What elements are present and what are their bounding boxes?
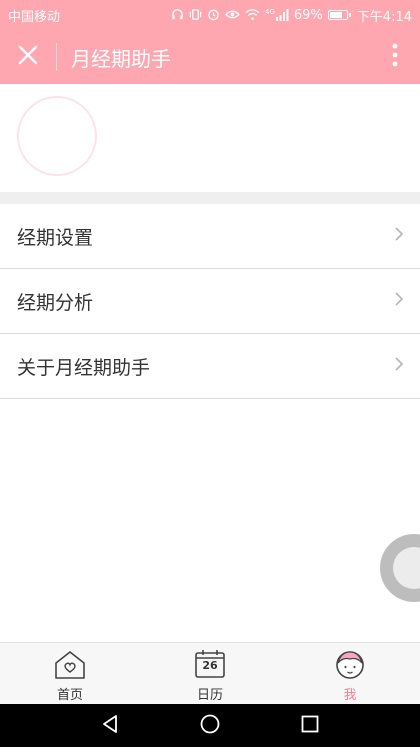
more-vertical-icon: [392, 43, 398, 71]
calendar-day-label: 26: [202, 659, 218, 672]
tab-label: 我: [343, 688, 357, 703]
status-bar: 中国移动 4G 69% 下午4:14: [0, 0, 420, 30]
header-divider: [56, 43, 57, 71]
page-title: 月经期助手: [71, 46, 171, 71]
tab-home[interactable]: 首页: [0, 643, 140, 704]
back-triangle-icon: [101, 714, 119, 738]
menu-item-label: 经期设置: [17, 226, 94, 249]
system-nav-bar: [0, 704, 420, 747]
battery-fill: [329, 12, 343, 18]
battery-percent: 69%: [293, 7, 323, 23]
home-button[interactable]: [190, 706, 230, 746]
status-icons: 4G 69% 下午4:14: [171, 6, 412, 25]
back-button[interactable]: [90, 706, 130, 746]
close-icon: [17, 44, 39, 70]
alarm-icon: [207, 8, 220, 23]
app-header: 月经期助手: [0, 30, 420, 84]
home-circle-icon: [199, 713, 221, 739]
calendar-icon: 26: [193, 648, 227, 682]
clock: 下午4:14: [356, 9, 412, 25]
settings-menu: 经期设置 经期分析 关于月经期助手: [0, 204, 420, 399]
avatar[interactable]: [17, 96, 97, 176]
bottom-tab-bar: 首页 26 日历 我: [0, 642, 420, 704]
vibrate-icon: [189, 8, 202, 23]
chevron-right-icon: [394, 291, 404, 311]
tab-calendar[interactable]: 26 日历: [140, 643, 280, 704]
section-divider: [0, 192, 420, 204]
screen: 中国移动 4G 69% 下午4:14 月经期助手 经期设置 经期分析 关于月经期…: [0, 0, 420, 747]
tab-label: 首页: [56, 688, 83, 703]
headset-icon: [171, 8, 184, 23]
home-heart-icon: [53, 648, 87, 682]
tab-me[interactable]: 我: [280, 643, 420, 704]
floating-assist-inner: [393, 547, 420, 589]
close-button[interactable]: [0, 30, 56, 84]
girl-avatar-icon: [333, 648, 367, 682]
eye-icon: [225, 8, 240, 23]
floating-assist-button[interactable]: [380, 534, 420, 602]
battery-icon: [327, 10, 351, 20]
profile-section: [0, 84, 420, 192]
chevron-right-icon: [394, 226, 404, 246]
menu-item-period-analysis[interactable]: 经期分析: [0, 269, 420, 334]
menu-item-label: 关于月经期助手: [17, 356, 151, 379]
recents-square-icon: [300, 714, 320, 738]
more-options-button[interactable]: [370, 30, 420, 84]
recents-button[interactable]: [290, 706, 330, 746]
carrier-label: 中国移动: [8, 9, 61, 25]
cell-signal-icon: 4G: [265, 9, 289, 21]
menu-item-label: 经期分析: [17, 291, 94, 314]
menu-item-about[interactable]: 关于月经期助手: [0, 334, 420, 399]
chevron-right-icon: [394, 356, 404, 376]
menu-item-period-settings[interactable]: 经期设置: [0, 204, 420, 269]
tab-label: 日历: [196, 688, 223, 703]
signal-type-label: 4G: [265, 8, 275, 16]
wifi-icon: [245, 8, 260, 23]
